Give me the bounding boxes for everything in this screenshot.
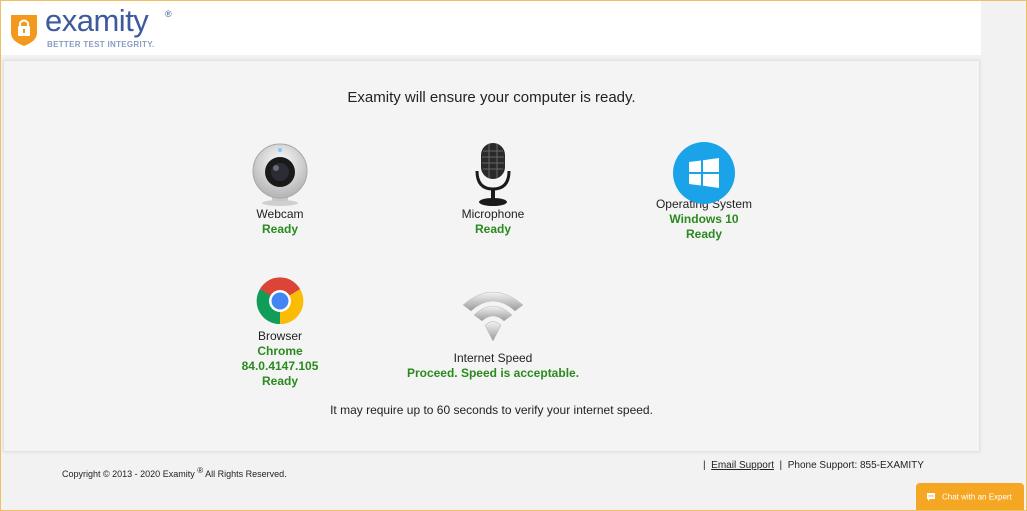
header: examity ® BETTER TEST INTEGRITY.: [1, 1, 981, 55]
check-browser: Browser Chrome 84.0.4147.105 Ready: [190, 277, 370, 389]
examity-logo[interactable]: examity ® BETTER TEST INTEGRITY.: [9, 3, 179, 53]
copyright-suffix: All Rights Reserved.: [205, 469, 287, 479]
internet-speed-status: Proceed. Speed is acceptable.: [406, 366, 580, 380]
browser-label: Browser: [257, 329, 302, 343]
check-operating-system: Operating System Windows 10 Ready: [614, 141, 794, 242]
speed-note: It may require up to 60 seconds to verif…: [330, 403, 653, 417]
brand-name: examity: [45, 3, 149, 38]
separator: |: [703, 460, 706, 471]
copyright-text: Copyright © 2013 - 2020 Examity: [62, 469, 195, 479]
windows-logo-icon: [673, 142, 735, 204]
check-webcam: Webcam Ready: [190, 141, 370, 237]
phone-support: Phone Support: 855-EXAMITY: [787, 460, 924, 471]
webcam-icon: [252, 143, 308, 206]
webcam-label: Webcam: [256, 207, 304, 221]
browser-status: Ready: [261, 374, 299, 388]
support-links: | Email Support | Phone Support: 855-EXA…: [703, 460, 924, 471]
browser-name: Chrome: [257, 344, 303, 358]
os-status: Ready: [685, 227, 723, 241]
copyright-registered-mark: ®: [197, 466, 204, 475]
chat-with-expert-button[interactable]: Chat with an Expert: [916, 483, 1024, 510]
webcam-status: Ready: [261, 222, 299, 236]
brand-tagline: BETTER TEST INTEGRITY.: [47, 40, 155, 49]
check-microphone: Microphone Ready: [403, 141, 583, 237]
check-internet-speed: Internet Speed Proceed. Speed is accepta…: [393, 283, 593, 381]
chat-bubble-icon: [927, 492, 935, 501]
email-support-link[interactable]: Email Support: [711, 460, 774, 471]
microphone-label: Microphone: [461, 207, 525, 221]
copyright: Copyright © 2013 - 2020 Examity ® All Ri…: [62, 466, 287, 479]
os-name: Windows 10: [669, 212, 739, 226]
chrome-logo-icon: [256, 277, 304, 325]
internet-speed-label: Internet Speed: [453, 351, 533, 365]
separator: |: [779, 460, 783, 471]
browser-version: 84.0.4147.105: [241, 359, 319, 373]
brand-registered-mark: ®: [165, 9, 172, 19]
microphone-status: Ready: [474, 222, 512, 236]
system-check-panel: Examity will ensure your computer is rea…: [3, 60, 980, 452]
chat-button-label: Chat with an Expert: [942, 492, 1012, 502]
lock-shield-icon: [11, 15, 37, 46]
page-heading: Examity will ensure your computer is rea…: [347, 89, 636, 106]
microphone-icon: [475, 143, 511, 206]
wifi-signal-icon: [462, 291, 524, 342]
